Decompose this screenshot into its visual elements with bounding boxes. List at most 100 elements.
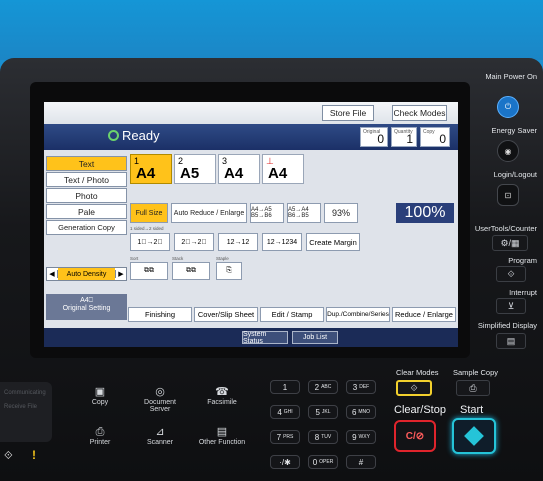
sample-copy-label: Sample Copy (453, 368, 499, 377)
duplex-1-to-2-button[interactable]: 1⃞→2⃞ (130, 233, 170, 251)
copy-counter: Copy 0 (420, 127, 450, 147)
original-pale-button[interactable]: Pale (46, 204, 127, 219)
start-label: Start (460, 404, 484, 416)
tab-dup-combine[interactable]: Dup./Combine/Series (326, 307, 390, 322)
original-text-photo-button[interactable]: Text / Photo (46, 172, 127, 187)
original-photo-button[interactable]: Photo (46, 188, 127, 203)
key-letters: OPER (319, 459, 334, 465)
generation-copy-button[interactable]: Generation Copy (46, 220, 127, 235)
paper-tray-1[interactable]: 1 A4 (130, 154, 172, 184)
other-function-icon: ▤ (216, 426, 228, 438)
login-button[interactable]: ⊡ (497, 184, 519, 206)
original-text-button[interactable]: Text (46, 156, 127, 171)
key-2[interactable]: 2 ABC (308, 380, 338, 394)
duplex-2-to-2-button[interactable]: 2⃞→2⃞ (174, 233, 214, 251)
key-7[interactable]: 7 PRS (270, 430, 300, 444)
100-percent-button[interactable]: 100% (396, 203, 454, 223)
a5-to-a4-button[interactable]: A5→A4 B6→B5 (287, 203, 321, 223)
93-percent-button[interactable]: 93% (324, 203, 358, 223)
staple-button[interactable]: ⎘ (216, 262, 242, 280)
simplified-display-label: Simplified Display (477, 321, 537, 330)
paper-tray-3[interactable]: 3 A4 (218, 154, 260, 184)
key-6[interactable]: 6 MNO (346, 405, 376, 419)
tab-cover-slip[interactable]: Cover/Slip Sheet (194, 307, 258, 322)
document-server-button[interactable]: ◎ Document Server (134, 386, 186, 418)
copy-value: 0 (439, 132, 446, 146)
key-digit: 4 (277, 407, 282, 417)
sample-copy-button[interactable]: ⎙ (456, 380, 490, 396)
ready-status: Ready (108, 128, 160, 143)
key-9[interactable]: 9 WXY (346, 430, 376, 444)
stack-button[interactable]: ⧉⧉ (172, 262, 210, 280)
original-setting-text: Original Setting (62, 305, 111, 312)
store-file-button[interactable]: Store File (322, 105, 374, 121)
usertools-label: UserTools/Counter (474, 224, 537, 233)
full-size-button[interactable]: Full Size (130, 203, 168, 223)
key-digit: 7 (276, 432, 282, 442)
combine-1-to-1-button[interactable]: 12→12 (218, 233, 258, 251)
key-0[interactable]: 0 OPER (308, 455, 338, 469)
system-status-button[interactable]: System Status (242, 331, 288, 345)
key-1[interactable]: 1 (270, 380, 300, 394)
key-digit: 6 (351, 407, 357, 417)
tab-edit-stamp[interactable]: Edit / Stamp (260, 307, 324, 322)
staple-label: Staple (216, 256, 229, 261)
combine-4-button[interactable]: 12→1234 (262, 233, 302, 251)
key-digit: # (358, 457, 364, 467)
facsimile-button[interactable]: ☎ Facsimile (196, 386, 248, 418)
key-3[interactable]: 3 DEF (346, 380, 376, 394)
other-function-label: Other Function (198, 439, 246, 446)
key-letters: MNO (358, 409, 371, 415)
scanner-button[interactable]: ⊿ Scanner (134, 426, 186, 458)
bypass-tray[interactable]: ⊥ A4 (262, 154, 304, 184)
density-darker-icon[interactable]: ▶ (115, 270, 126, 278)
key-digit: 2 (314, 382, 320, 392)
interrupt-button[interactable]: ⊻ (496, 298, 526, 314)
key-letters: DEF (359, 384, 370, 390)
power-icon[interactable]: ⏻ (497, 96, 519, 118)
key-letters: WXY (358, 434, 370, 440)
original-setting-button[interactable]: A4⎕ Original Setting (46, 294, 127, 320)
tab-finishing[interactable]: Finishing (128, 307, 192, 322)
job-list-button[interactable]: Job List (292, 331, 338, 344)
sort-button[interactable]: ⧉⧉ (130, 262, 168, 280)
touch-screen: Store File Check Modes Ready Original 0 Q… (44, 102, 458, 347)
key-digit: 9 (352, 432, 357, 442)
auto-density-button[interactable]: Auto Density (58, 268, 115, 280)
key-4[interactable]: 4 GHI (270, 405, 300, 419)
check-modes-button[interactable]: Check Modes (392, 105, 447, 121)
copy-icon: ▣ (94, 386, 106, 398)
interrupt-label: Interrupt (509, 288, 537, 297)
key-5[interactable]: 5 JKL (308, 405, 338, 419)
key-digit: ·/✱ (279, 457, 291, 467)
copy-function-button[interactable]: ▣ Copy (74, 386, 126, 418)
key-letters: GHI (283, 409, 293, 415)
energy-saver-button[interactable]: ◉ (497, 140, 519, 162)
printer-icon: ⎙ (95, 426, 105, 438)
density-lighter-icon[interactable]: ◀ (47, 270, 58, 278)
blue-background (0, 0, 543, 60)
key-8[interactable]: 8 TUV (308, 430, 338, 444)
tray-size: A4 (268, 165, 288, 182)
auto-reduce-enlarge-button[interactable]: Auto Reduce / Enlarge (171, 203, 247, 223)
key-clear-star[interactable]: ·/✱ (270, 455, 300, 469)
communicating-label: Communicating (4, 390, 46, 396)
indicator-panel: Communicating Receive File (0, 382, 52, 442)
tray-size: A4 (224, 165, 244, 182)
clear-stop-button[interactable]: C/⊘ (394, 420, 436, 452)
printer-button[interactable]: ⎙ Printer (74, 426, 126, 458)
create-margin-button[interactable]: Create Margin (306, 233, 360, 251)
paper-tray-2[interactable]: 2 A5 (174, 154, 216, 184)
usertools-button[interactable]: ⚙/▦ (492, 235, 528, 251)
clear-modes-button[interactable]: ⟐ (396, 380, 432, 396)
energy-saver-label: Energy Saver (491, 126, 537, 135)
key-hash[interactable]: # (346, 455, 376, 469)
data-in-icon: ⟐ (4, 450, 13, 462)
tab-reduce-enlarge[interactable]: Reduce / Enlarge (392, 307, 456, 322)
key-digit: 8 (314, 432, 320, 442)
start-button[interactable] (452, 418, 496, 454)
a4-to-a5-button[interactable]: A4→A5 B5→B6 (250, 203, 284, 223)
program-button[interactable]: ⟐ (496, 266, 526, 282)
simplified-display-button[interactable]: ▤ (496, 333, 526, 349)
other-function-button[interactable]: ▤ Other Function (196, 426, 248, 458)
